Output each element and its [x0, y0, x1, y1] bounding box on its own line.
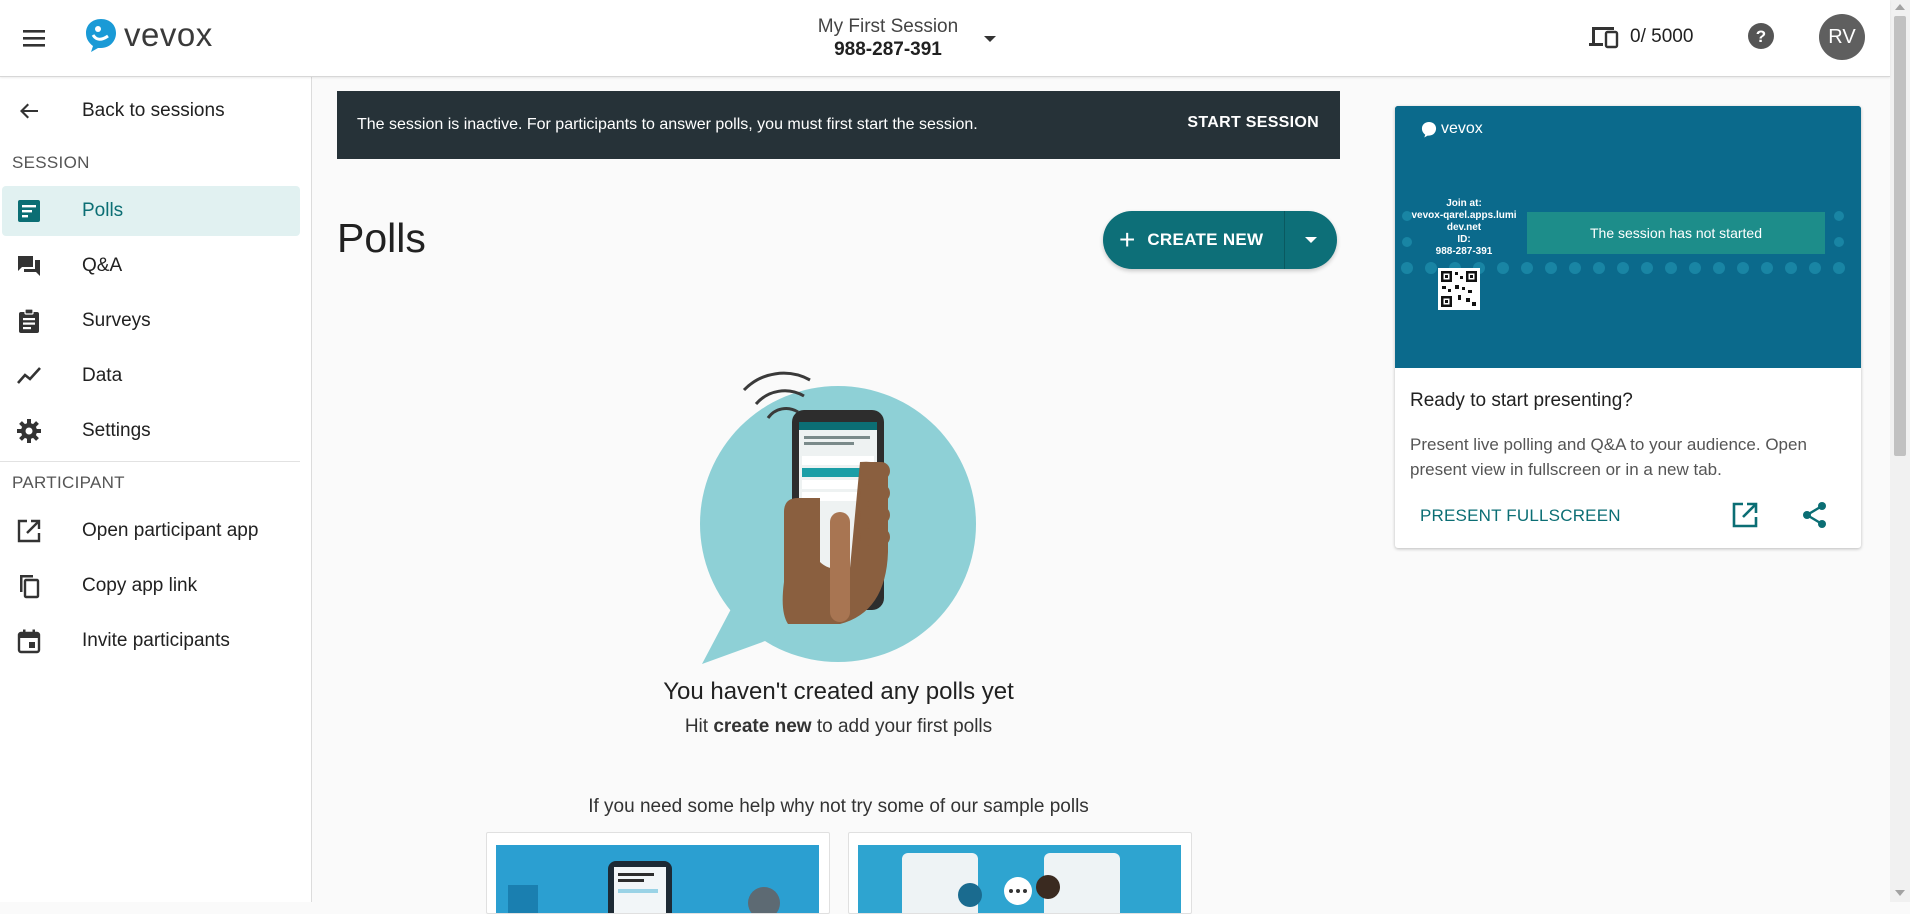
menu-icon[interactable]	[16, 20, 52, 56]
svg-text:?: ?	[1756, 27, 1766, 46]
open-new-tab-icon[interactable]	[1731, 501, 1759, 534]
sidebar-item-copy-app-link[interactable]: Copy app link	[2, 561, 300, 611]
caret-down-icon[interactable]	[980, 32, 1000, 50]
trend-icon	[14, 361, 44, 391]
inactive-session-banner: The session is inactive. For participant…	[337, 91, 1340, 159]
top-bar: vevox My First Session 988-287-391 0/ 50…	[0, 0, 1890, 77]
preview-logo: vevox	[1421, 120, 1483, 138]
sidebar-item-label: Settings	[82, 420, 151, 441]
scroll-thumb[interactable]	[1894, 16, 1906, 456]
sidebar-item-open-participant-app[interactable]: Open participant app	[2, 506, 300, 556]
back-to-sessions-button[interactable]: Back to sessions	[2, 86, 300, 136]
session-name: My First Session	[817, 16, 959, 37]
create-new-dropdown-icon[interactable]	[1285, 211, 1337, 269]
vevox-logo[interactable]: vevox	[84, 16, 213, 54]
sidebar-item-invite-participants[interactable]: Invite participants	[2, 616, 300, 666]
preview-status: The session has not started	[1527, 212, 1825, 254]
present-fullscreen-button[interactable]: PRESENT FULLSCREEN	[1420, 506, 1621, 526]
empty-sub-post: to add your first polls	[811, 716, 993, 737]
sidebar-item-label: Surveys	[82, 310, 151, 331]
share-icon[interactable]	[1801, 501, 1829, 534]
copy-icon	[14, 571, 44, 601]
participant-section-heading: PARTICIPANT	[12, 473, 125, 492]
preview-join-info: Join at: vevox-qarel.apps.lumi dev.net I…	[1403, 198, 1525, 258]
present-preview-card: vevox Join at: vevox-qarel.apps.lumi dev…	[1395, 106, 1861, 548]
banner-text: The session is inactive. For participant…	[357, 116, 978, 133]
preview-join-label: Join at:	[1446, 198, 1482, 209]
create-new-button[interactable]: + CREATE NEW	[1103, 211, 1337, 269]
sidebar-item-label: Q&A	[82, 255, 123, 276]
sidebar-item-data[interactable]: Data	[2, 351, 300, 401]
devices-count: 0/ 5000	[1630, 26, 1694, 47]
forum-icon	[14, 251, 44, 281]
sidebar-item-polls[interactable]: Polls	[2, 186, 300, 236]
empty-state-title: You haven't created any polls yet	[663, 678, 1014, 705]
sample-poll-image	[496, 845, 819, 913]
help-icon[interactable]: ?	[1747, 22, 1775, 55]
plus-icon: +	[1119, 224, 1136, 255]
sidebar-item-settings[interactable]: Settings	[2, 406, 300, 456]
preview-description: Present live polling and Q&A to your aud…	[1410, 435, 1807, 479]
sidebar-item-label: Data	[82, 365, 123, 386]
scroll-up-icon[interactable]	[1895, 4, 1905, 10]
preview-id-label: ID:	[1457, 234, 1471, 245]
preview-title: Ready to start presenting?	[1410, 390, 1633, 411]
qr-code-icon	[1438, 268, 1480, 315]
logo-text: vevox	[124, 16, 213, 53]
sample-poll-image	[858, 845, 1181, 913]
sidebar-item-label: Invite participants	[82, 630, 230, 651]
session-section-heading: SESSION	[12, 153, 90, 172]
sidebar-item-label: Open participant app	[82, 520, 259, 541]
page-scrollbar[interactable]	[1890, 0, 1910, 902]
sample-polls-heading: If you need some help why not try some o…	[588, 796, 1089, 817]
empty-sub-bold: create new	[713, 716, 812, 737]
sidebar-item-label: Copy app link	[82, 575, 198, 596]
create-new-label: CREATE NEW	[1147, 230, 1264, 249]
preview-logo-text: vevox	[1441, 120, 1483, 137]
arrow-back-icon	[14, 96, 44, 126]
clipboard-icon	[14, 306, 44, 336]
vevox-logo-icon	[1421, 121, 1437, 137]
poll-icon	[14, 196, 44, 226]
avatar[interactable]: RV	[1819, 14, 1865, 60]
sidebar-item-label: Polls	[82, 200, 124, 221]
sidebar-divider	[0, 461, 300, 462]
devices-icon	[1589, 27, 1619, 49]
back-to-sessions-label: Back to sessions	[82, 100, 225, 121]
page-title: Polls	[337, 215, 426, 261]
device-counter[interactable]: 0/ 5000	[1588, 24, 1693, 50]
vevox-logo-icon	[86, 19, 116, 52]
open-external-icon	[14, 516, 44, 546]
gear-icon	[14, 416, 44, 446]
sidebar-item-qa[interactable]: Q&A	[2, 241, 300, 291]
present-preview-image: vevox Join at: vevox-qarel.apps.lumi dev…	[1395, 106, 1861, 368]
session-id: 988-287-391	[834, 39, 942, 60]
empty-sub-pre: Hit	[684, 716, 714, 737]
sidebar: Back to sessions SESSION Polls Q&A Surve…	[0, 77, 312, 902]
preview-join-url: vevox-qarel.apps.lumi dev.net	[1411, 210, 1517, 233]
scroll-down-icon[interactable]	[1895, 890, 1905, 896]
session-selector[interactable]: My First Session 988-287-391	[790, 16, 986, 62]
preview-id-value: 988-287-391	[1435, 246, 1493, 257]
empty-polls-illustration	[680, 352, 1000, 677]
sidebar-item-surveys[interactable]: Surveys	[2, 296, 300, 346]
calendar-icon	[14, 626, 44, 656]
empty-state-subtitle: Hit create new to add your first polls	[337, 716, 1340, 738]
start-session-button[interactable]: START SESSION	[1187, 114, 1319, 132]
